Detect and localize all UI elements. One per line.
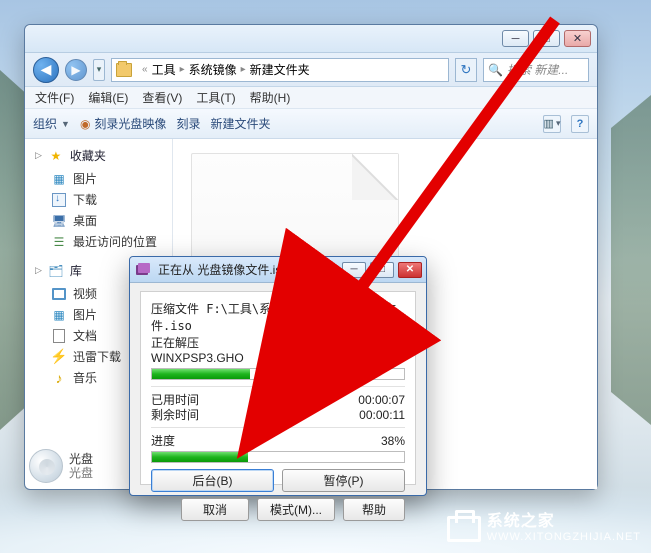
- burn-button[interactable]: 刻录: [176, 115, 200, 132]
- remaining-label: 剩余时间: [151, 408, 199, 423]
- current-file-name: WINXPSP3.GHO: [151, 351, 244, 366]
- extracting-label: 正在解压: [151, 334, 405, 351]
- elapsed-value: 00:00:07: [358, 393, 405, 408]
- search-placeholder: 搜索 新建...: [507, 61, 568, 78]
- archive-path: 压缩文件 F:\工具\系统镜像...\光盘镜像文件.iso: [151, 300, 405, 334]
- chevron-down-icon: ▼: [61, 119, 70, 129]
- close-button[interactable]: ✕: [564, 30, 591, 47]
- dialog-close-button[interactable]: ✕: [398, 262, 422, 278]
- current-file-percent: 39%: [381, 351, 405, 366]
- downloads-icon: [51, 192, 67, 208]
- extraction-dialog: 正在从 光盘镜像文件.iso 中提取 ─ □ ✕ 压缩文件 F:\工具\系统镜像…: [129, 256, 427, 496]
- winrar-icon: [136, 263, 152, 277]
- address-bar-row: ◀ ▶ ▾ « 工具 ▸ 系统镜像 ▸ 新建文件夹 ↻ 🔍 搜索 新建...: [25, 53, 597, 87]
- menu-view[interactable]: 查看(V): [142, 89, 182, 106]
- dialog-minimize-button[interactable]: ─: [342, 262, 366, 278]
- favorites-header[interactable]: ▷ ★ 收藏夹: [35, 147, 170, 164]
- remaining-value: 00:00:11: [359, 408, 405, 423]
- maximize-button[interactable]: □: [533, 30, 560, 47]
- refresh-button[interactable]: ↻: [455, 58, 477, 82]
- watermark: 系统之家 WWW.XITONGZHIJIA.NET: [445, 507, 641, 543]
- dialog-maximize-button[interactable]: □: [370, 262, 394, 278]
- desktop-icon: 🖥: [51, 213, 67, 229]
- background-button[interactable]: 后台(B): [151, 469, 274, 492]
- total-progress-bar: [151, 451, 405, 463]
- address-bar[interactable]: « 工具 ▸ 系统镜像 ▸ 新建文件夹: [111, 58, 449, 82]
- folder-icon: [116, 63, 132, 77]
- nav-forward-button[interactable]: ▶: [65, 59, 87, 81]
- breadcrumb-sep: ▸: [180, 64, 185, 75]
- watermark-logo-icon: [445, 510, 479, 540]
- progress-label: 进度: [151, 434, 175, 449]
- window-titlebar: ─ □ ✕: [25, 25, 597, 53]
- sidebar-item-desktop[interactable]: 🖥桌面: [35, 210, 170, 231]
- selected-file-summary: 光盘 光盘: [29, 449, 93, 483]
- search-box[interactable]: 🔍 搜索 新建...: [483, 58, 589, 82]
- help-icon-button[interactable]: ?: [571, 115, 589, 133]
- breadcrumb-segment[interactable]: 新建文件夹: [250, 61, 310, 78]
- disclosure-icon: ▷: [35, 150, 42, 161]
- menu-help[interactable]: 帮助(H): [250, 89, 291, 106]
- breadcrumb-sep: «: [142, 64, 148, 75]
- disc-image-icon: [29, 449, 63, 483]
- nav-history-dropdown[interactable]: ▾: [93, 59, 105, 81]
- cancel-button[interactable]: 取消: [181, 498, 249, 521]
- view-options-button[interactable]: ▥▾: [543, 115, 561, 133]
- breadcrumb-segment[interactable]: 工具: [152, 61, 176, 78]
- music-icon: ♪: [51, 370, 67, 386]
- search-icon: 🔍: [488, 63, 503, 77]
- organize-button[interactable]: 组织▼: [33, 115, 70, 132]
- mode-button[interactable]: 模式(M)...: [257, 498, 335, 521]
- dialog-title: 正在从 光盘镜像文件.iso 中提取: [158, 261, 327, 278]
- library-icon: 🗂: [48, 263, 64, 279]
- watermark-url: WWW.XITONGZHIJIA.NET: [487, 531, 641, 543]
- toolbar: 组织▼ ◉ 刻录光盘映像 刻录 新建文件夹 ▥▾ ?: [25, 109, 597, 139]
- sidebar-item-pictures[interactable]: ▦图片: [35, 168, 170, 189]
- selected-file-type: 光盘: [69, 466, 93, 480]
- selected-file-name: 光盘: [69, 452, 93, 466]
- sidebar-item-downloads[interactable]: 下载: [35, 189, 170, 210]
- videos-icon: [51, 286, 67, 302]
- pictures-icon: ▦: [51, 171, 67, 187]
- menu-tools[interactable]: 工具(T): [196, 89, 235, 106]
- burn-image-button[interactable]: ◉ 刻录光盘映像: [80, 115, 167, 132]
- progress-percent: 38%: [381, 434, 405, 449]
- menu-file[interactable]: 文件(F): [35, 89, 74, 106]
- new-folder-button[interactable]: 新建文件夹: [210, 115, 270, 132]
- breadcrumb-segment[interactable]: 系统镜像: [189, 61, 237, 78]
- file-progress-bar: [151, 368, 405, 380]
- documents-icon: [51, 328, 67, 344]
- help-button[interactable]: 帮助: [343, 498, 405, 521]
- watermark-name: 系统之家: [487, 507, 641, 531]
- sidebar-item-recent[interactable]: ☰最近访问的位置: [35, 231, 170, 252]
- dialog-titlebar: 正在从 光盘镜像文件.iso 中提取 ─ □ ✕: [130, 257, 426, 283]
- breadcrumb-sep: ▸: [241, 64, 246, 75]
- pause-button[interactable]: 暂停(P): [282, 469, 405, 492]
- disclosure-icon: ▷: [35, 265, 42, 276]
- star-icon: ★: [48, 148, 64, 164]
- elapsed-label: 已用时间: [151, 393, 199, 408]
- pictures-icon: ▦: [51, 307, 67, 323]
- menu-edit[interactable]: 编辑(E): [88, 89, 128, 106]
- disc-icon: ◉: [80, 117, 90, 131]
- recent-icon: ☰: [51, 234, 67, 250]
- xunlei-icon: ⚡: [51, 349, 67, 365]
- nav-back-button[interactable]: ◀: [33, 57, 59, 83]
- menu-bar: 文件(F) 编辑(E) 查看(V) 工具(T) 帮助(H): [25, 87, 597, 109]
- minimize-button[interactable]: ─: [502, 30, 529, 47]
